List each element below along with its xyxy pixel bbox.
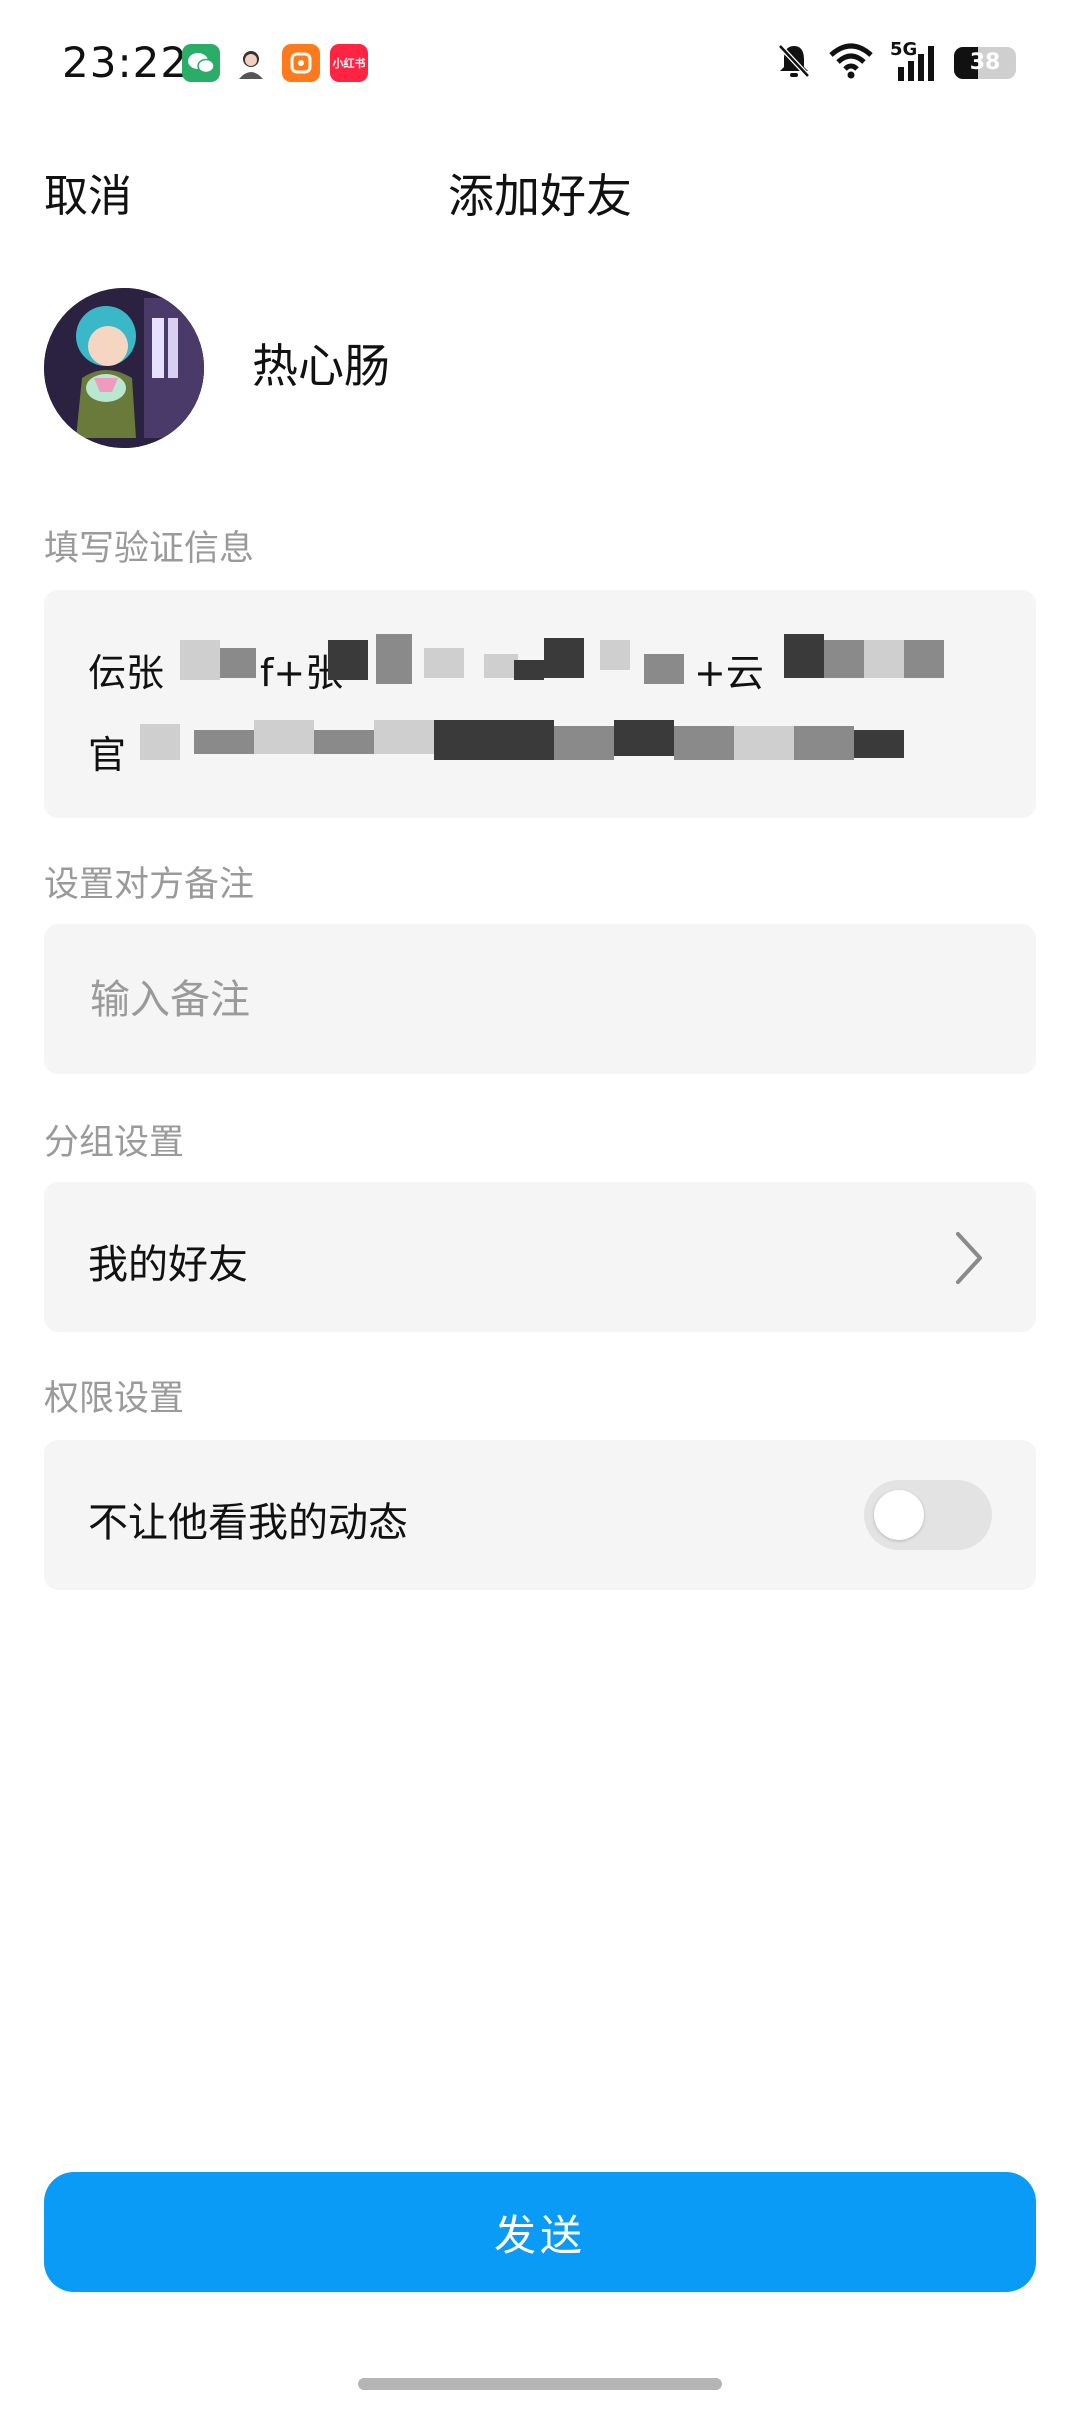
xiaohongshu-icon: 小红书 bbox=[330, 44, 368, 82]
wechat-icon bbox=[182, 44, 220, 82]
hide-moments-toggle[interactable] bbox=[864, 1480, 992, 1550]
page-title: 添加好友 bbox=[448, 169, 632, 223]
avatar[interactable] bbox=[44, 288, 204, 448]
permission-label: 权限设置 bbox=[44, 1379, 185, 1419]
send-button[interactable]: 发送 bbox=[44, 2172, 1036, 2292]
verify-text-segment: 伝张 bbox=[88, 651, 165, 695]
verify-info-label: 填写验证信息 bbox=[44, 529, 255, 569]
shopping-app-icon bbox=[282, 44, 320, 82]
verify-text-segment: 官 bbox=[88, 733, 127, 777]
permission-row: 不让他看我的动态 bbox=[44, 1440, 1036, 1590]
battery-icon: 38 bbox=[954, 47, 1016, 79]
remark-input[interactable] bbox=[88, 924, 992, 1076]
group-selector[interactable]: 我的好友 bbox=[44, 1182, 1036, 1332]
wifi-icon bbox=[828, 43, 874, 83]
group-label: 分组设置 bbox=[44, 1123, 185, 1163]
hide-moments-label: 不让他看我的动态 bbox=[88, 1500, 408, 1546]
profile-app-icon bbox=[232, 44, 270, 82]
verify-text-segment: +云 bbox=[694, 651, 764, 695]
remark-card bbox=[44, 924, 1036, 1076]
remark-label: 设置对方备注 bbox=[44, 865, 255, 905]
toggle-knob bbox=[874, 1490, 924, 1540]
status-time: 23:22 bbox=[62, 38, 189, 87]
mute-bell-icon bbox=[776, 42, 812, 84]
group-value: 我的好友 bbox=[88, 1242, 248, 1288]
verify-message-field[interactable]: 伝张 f+张 +云 官 bbox=[44, 590, 1036, 818]
friend-nickname: 热心肠 bbox=[252, 339, 390, 393]
status-indicators: 5G 38 bbox=[776, 39, 1016, 84]
chevron-right-icon bbox=[954, 1230, 984, 1290]
cellular-signal-icon: 5G bbox=[890, 39, 938, 83]
battery-percentage: 38 bbox=[969, 50, 1001, 75]
home-indicator[interactable] bbox=[358, 2378, 722, 2390]
